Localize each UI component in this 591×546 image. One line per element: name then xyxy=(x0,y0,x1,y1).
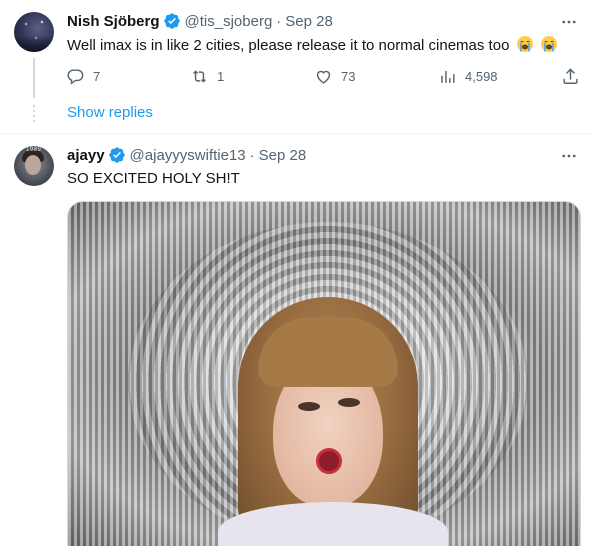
share-button[interactable] xyxy=(561,63,580,89)
tweet-actions: 7 1 73 4,598 xyxy=(58,63,583,89)
thread-line xyxy=(33,58,35,98)
reply-count: 7 xyxy=(93,68,101,84)
retweet-icon xyxy=(193,69,206,83)
avatar-tag: 1989 xyxy=(26,147,42,153)
loudly-crying-face-icon xyxy=(540,36,557,52)
like-button[interactable]: 73 xyxy=(314,63,355,89)
avatar[interactable]: 1989 xyxy=(14,146,54,186)
show-replies-link[interactable]: Show replies xyxy=(67,104,153,121)
tweet-date[interactable]: Sep 28 xyxy=(285,13,333,30)
heart-icon xyxy=(316,70,331,84)
author-name[interactable]: Nish Sjöberg xyxy=(67,13,160,30)
tweet-date[interactable]: Sep 28 xyxy=(259,147,307,164)
tweet-header: ajayy @ajayyyswiftie13 · Sep 28 xyxy=(67,146,306,164)
author-handle[interactable]: @tis_sjoberg xyxy=(185,13,273,30)
author-handle[interactable]: @ajayyyswiftie13 xyxy=(130,147,246,164)
tweet[interactable]: Nish Sjöberg @tis_sjoberg · Sep 28 Well … xyxy=(0,0,591,133)
views-count: 4,598 xyxy=(465,68,498,84)
reply-button[interactable]: 7 xyxy=(66,63,100,89)
tweet-text: SO EXCITED HOLY SH!T xyxy=(67,170,240,187)
tweet-header: Nish Sjöberg @tis_sjoberg · Sep 28 xyxy=(67,12,333,30)
like-count: 73 xyxy=(341,68,356,84)
verified-badge-icon xyxy=(163,13,180,29)
separator: · xyxy=(276,12,282,30)
tweet-text: Well imax is in like 2 cities, please re… xyxy=(67,35,558,56)
more-options-icon[interactable] xyxy=(559,146,579,166)
share-icon xyxy=(563,67,578,84)
retweet-count: 1 xyxy=(217,68,225,84)
separator: · xyxy=(249,146,255,164)
thread-dots xyxy=(33,105,35,123)
retweet-button[interactable]: 1 xyxy=(190,63,224,89)
tweet-media-image[interactable] xyxy=(67,201,581,546)
views-icon xyxy=(441,70,455,83)
loudly-crying-face-icon xyxy=(516,36,533,52)
author-name[interactable]: ajayy xyxy=(67,147,105,164)
more-options-icon[interactable] xyxy=(559,12,579,32)
avatar[interactable] xyxy=(14,12,54,52)
tweet-text-content: Well imax is in like 2 cities, please re… xyxy=(67,37,510,54)
views-button[interactable]: 4,598 xyxy=(438,63,498,89)
reply-icon xyxy=(67,68,84,85)
verified-badge-icon xyxy=(108,147,125,163)
